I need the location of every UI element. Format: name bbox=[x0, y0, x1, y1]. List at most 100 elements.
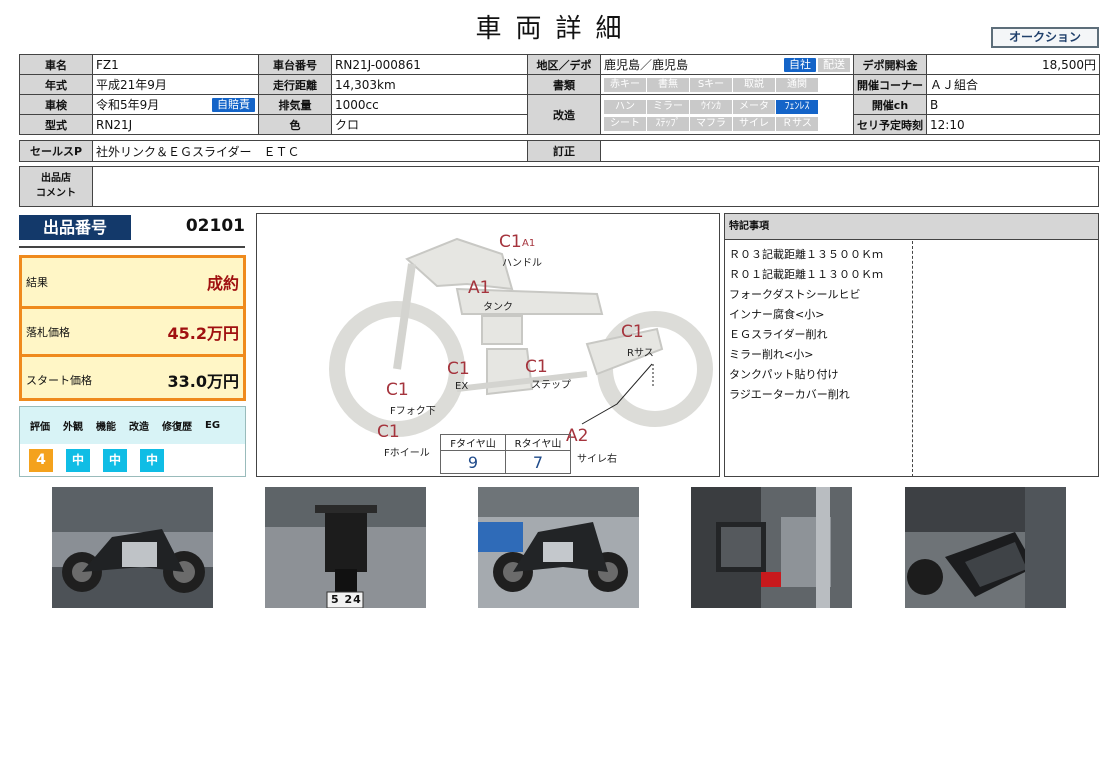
frame-number: RN21J-000861 bbox=[331, 54, 528, 75]
damage-label: EX bbox=[455, 381, 469, 392]
inspection-value: 令和5年9月 bbox=[96, 98, 160, 112]
page-title: 車両詳細 bbox=[475, 14, 636, 44]
comment-label: 出品店 コメント bbox=[20, 167, 93, 206]
result-row: 結果 成約 bbox=[22, 258, 243, 306]
price-value: 45.2万円 bbox=[167, 323, 239, 343]
mileage-label: 走行距離 bbox=[258, 74, 332, 95]
grade-header-item: 機能 bbox=[96, 422, 116, 433]
doc-item: 赤キー bbox=[604, 78, 646, 92]
grade-header-item: 改造 bbox=[129, 422, 149, 433]
color-value: クロ bbox=[331, 114, 528, 135]
photo-exhaust[interactable] bbox=[905, 487, 1066, 608]
region-value: 鹿児島／鹿児島 bbox=[604, 58, 689, 72]
grade-values: 4 中 中 中 bbox=[20, 444, 245, 476]
color-label: 色 bbox=[258, 114, 332, 135]
result-value: 成約 bbox=[206, 274, 239, 293]
inspection-label: 車検 bbox=[19, 94, 93, 115]
damage-mark: C1 bbox=[525, 357, 548, 377]
photo-rear[interactable]: 5 24 bbox=[265, 487, 426, 608]
note-item: フォークダストシールヒビ bbox=[729, 288, 861, 301]
inspection-cell: 令和5年9月 自賠責 bbox=[92, 94, 259, 115]
damage-label: Fフォク下 bbox=[390, 406, 436, 417]
price-label: 落札価格 bbox=[26, 325, 70, 339]
mod-item: ハン bbox=[604, 99, 646, 114]
start-label: スタート価格 bbox=[26, 373, 92, 387]
model-value: RN21J bbox=[92, 114, 259, 135]
note-item: インナー腐食<小> bbox=[729, 308, 825, 321]
auction-button[interactable]: オークション bbox=[991, 27, 1099, 48]
time-value: 12:10 bbox=[926, 114, 1100, 135]
note-item: ミラー削れ<小> bbox=[729, 348, 814, 361]
notes-panel: 特記事項 Ｒ０３記載距離１３５００Ｋｍ Ｒ０１記載距離１１３００Ｋｍ フォークダ… bbox=[724, 213, 1099, 477]
photo-right-side[interactable] bbox=[478, 487, 639, 608]
grade-header: 評価 外観 機能 改造 修復歴 EG bbox=[20, 407, 245, 444]
sales-label: セールスP bbox=[19, 140, 93, 162]
mod-item: マフラ bbox=[690, 116, 732, 131]
damage-mark: C1 bbox=[377, 422, 400, 442]
mod-item: メータ bbox=[733, 99, 775, 114]
model-label: 型式 bbox=[19, 114, 93, 135]
result-box: 結果 成約 落札価格 45.2万円 スタート価格 33.0万円 bbox=[19, 255, 246, 401]
damage-mark: A1 bbox=[468, 278, 491, 298]
lot-number: 02101 bbox=[185, 216, 245, 236]
mod-item: サイレ bbox=[733, 116, 775, 131]
lot-label: 出品番号 bbox=[19, 215, 131, 240]
damage-label: Rサス bbox=[627, 348, 654, 359]
frame-label: 車台番号 bbox=[258, 54, 332, 75]
damage-mark-sub: A1 bbox=[522, 238, 536, 249]
damage-diagram: C1 A1 ハンドル A1 タンク C1 Rサス C1 EX C1 ステップ C… bbox=[256, 213, 720, 477]
region-label: 地区／デポ bbox=[527, 54, 601, 75]
damage-label: タンク bbox=[483, 302, 513, 313]
note-item: ラジエーターカバー削れ bbox=[729, 388, 850, 401]
notes-divider bbox=[912, 241, 913, 477]
correction-label: 訂正 bbox=[527, 140, 601, 162]
mod-item: ｳｲﾝｶ bbox=[690, 99, 732, 114]
grade-function: 中 bbox=[103, 448, 127, 472]
damage-label: Fホイール bbox=[384, 448, 430, 459]
damage-label: ハンドル bbox=[502, 258, 542, 269]
haiso-badge: 配送 bbox=[818, 58, 850, 72]
note-item: Ｒ０１記載距離１１３００Ｋｍ bbox=[729, 268, 883, 281]
sales-value: 社外リンク＆ＥＧスライダー ＥＴＣ bbox=[92, 140, 528, 162]
fee-label: デポ開料金 bbox=[853, 54, 927, 75]
mod-item: シート bbox=[604, 116, 646, 131]
jisha-badge: 自社 bbox=[784, 58, 816, 72]
grade-exterior: 中 bbox=[66, 448, 90, 472]
result-label: 結果 bbox=[26, 276, 48, 289]
note-item: Ｒ０３記載距離１３５００Ｋｍ bbox=[729, 248, 883, 261]
mods-cell: ハン ミラー ｳｲﾝｶ メータ ﾌｪﾝﾚｽ シート ｽﾃｯﾌﾟ マフラ サイレ Ｒサス bbox=[600, 94, 854, 135]
notes-title: 特記事項 bbox=[725, 214, 1098, 240]
damage-mark: C1 bbox=[621, 322, 644, 342]
license-plate: 5 24 bbox=[331, 593, 362, 606]
year-value: 平成21年9月 bbox=[92, 74, 259, 95]
grade-score: 4 bbox=[29, 448, 53, 472]
region-cell: 鹿児島／鹿児島 自社 配送 bbox=[600, 54, 854, 75]
comment-label-line2: コメント bbox=[36, 188, 76, 199]
damage-mark: C1 bbox=[447, 359, 470, 379]
grade-header-item: 外観 bbox=[63, 422, 83, 433]
doc-item: Sキー bbox=[690, 78, 732, 92]
mod-item-active: ﾌｪﾝﾚｽ bbox=[776, 99, 818, 114]
mileage-value: 14,303km bbox=[331, 74, 528, 95]
mod-item: Ｒサス bbox=[776, 116, 818, 131]
start-row: スタート価格 33.0万円 bbox=[22, 354, 243, 402]
docs-cell: 赤キー 書無 Sキー 取説 通関 bbox=[600, 74, 854, 95]
time-label: セリ予定時刻 bbox=[853, 114, 927, 135]
mod-label: 改造 bbox=[527, 94, 601, 135]
corner-value: ＡＪ組合 bbox=[926, 74, 1100, 95]
vehicle-name: FZ1 bbox=[92, 54, 259, 75]
damage-mark: C1 bbox=[386, 380, 409, 400]
channel-value: B bbox=[926, 94, 1100, 115]
corner-label: 開催コーナー bbox=[853, 74, 927, 95]
rear-tyre-label: Rタイヤ山 bbox=[505, 434, 571, 451]
price-row: 落札価格 45.2万円 bbox=[22, 306, 243, 354]
photo-left-side[interactable] bbox=[52, 487, 213, 608]
year-label: 年式 bbox=[19, 74, 93, 95]
photo-engine-left[interactable] bbox=[691, 487, 852, 608]
fee-value: 18,500円 bbox=[926, 54, 1100, 75]
grade-header-item: 評価 bbox=[30, 422, 50, 433]
doc-item: 取説 bbox=[733, 78, 775, 92]
front-tyre-label: Fタイヤ山 bbox=[440, 434, 506, 451]
name-label: 車名 bbox=[19, 54, 93, 75]
notes-list: Ｒ０３記載距離１３５００Ｋｍ Ｒ０１記載距離１１３００Ｋｍ フォークダストシール… bbox=[729, 245, 883, 405]
